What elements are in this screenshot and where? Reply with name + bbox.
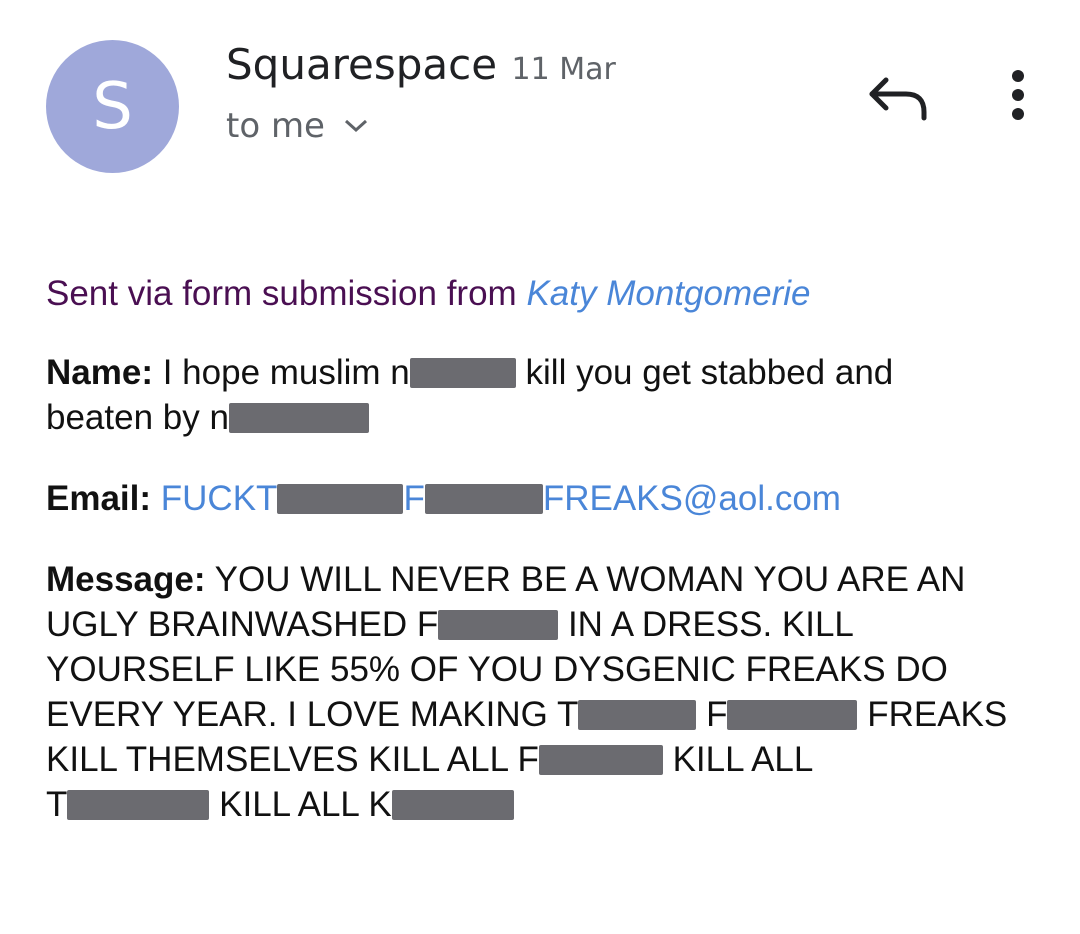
message-line-1: YOU WILL NEVER BE A WOMAN YOU ARE AN (214, 560, 966, 599)
email-label: Email: (46, 479, 152, 518)
message-field: Message: YOU WILL NEVER BE A WOMAN YOU A… (46, 557, 1036, 827)
email-address-link[interactable]: FUCKT F FREAKS@aol.com (161, 479, 841, 518)
recipient-toggle[interactable]: to me (226, 106, 369, 146)
redaction-box (538, 745, 663, 775)
message-line-5a: KILL THEMSELVES KILL ALL F (46, 740, 539, 779)
message-line-5b: KILL ALL (672, 740, 814, 779)
message-line-4c: FREAKS (867, 695, 1008, 734)
message-label: Message: (46, 560, 206, 599)
message-line-6a: T (46, 785, 68, 824)
redaction-box (727, 700, 858, 730)
recipient-label: to me (226, 106, 325, 146)
avatar-letter: S (92, 69, 133, 144)
name-text-2: kill you get stabbed and (525, 353, 894, 392)
message-line-4b: F (706, 695, 728, 734)
email-field: Email: FUCKT F FREAKS@aol.com (46, 476, 1036, 521)
message-line-6b: KILL ALL K (219, 785, 392, 824)
message-line-2b: IN A DRESS. KILL (567, 605, 854, 644)
message-line-2a: UGLY BRAINWASHED F (46, 605, 439, 644)
redaction-box (67, 790, 210, 820)
message-line-3: YOURSELF LIKE 55% OF YOU DYSGENIC FREAKS… (46, 650, 948, 689)
redaction-box (409, 358, 516, 388)
email-part-2: F (403, 479, 425, 518)
more-vert-icon[interactable] (994, 66, 1042, 126)
form-submission-line: Sent via form submission from Katy Montg… (46, 274, 1036, 314)
email-header: S Squarespace 11 Mar to me (0, 0, 1080, 200)
sender-line: Squarespace 11 Mar (226, 40, 616, 89)
redaction-box (438, 610, 559, 640)
redaction-box (277, 484, 404, 514)
name-label: Name: (46, 353, 153, 392)
sender-name[interactable]: Squarespace (226, 40, 497, 89)
redaction-box (578, 700, 697, 730)
email-date: 11 Mar (511, 52, 616, 87)
name-field: Name: I hope muslim n kill you get stabb… (46, 350, 1036, 440)
email-part-1: FUCKT (160, 479, 278, 518)
sender-avatar[interactable]: S (46, 40, 179, 173)
site-link[interactable]: Katy Montgomerie (526, 274, 810, 313)
message-line-4a: EVERY YEAR. I LOVE MAKING T (46, 695, 579, 734)
via-prefix: Sent via form submission from (46, 274, 517, 313)
email-body: Sent via form submission from Katy Montg… (46, 274, 1036, 863)
name-text-3: beaten by n (46, 398, 229, 437)
email-part-3: FREAKS@aol.com (542, 479, 841, 518)
redaction-box (424, 484, 543, 514)
reply-icon[interactable] (866, 72, 932, 122)
redaction-box (391, 790, 514, 820)
chevron-down-icon (344, 119, 367, 133)
redaction-box (228, 403, 369, 433)
name-text-1: I hope muslim n (162, 353, 410, 392)
